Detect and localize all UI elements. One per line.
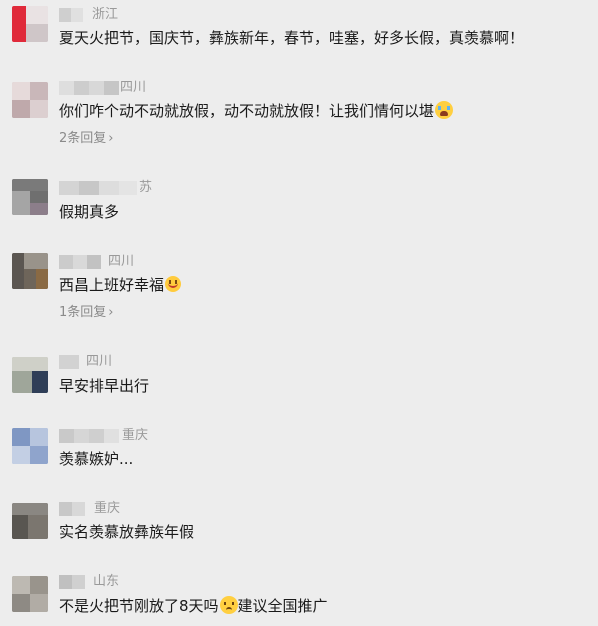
- nickname-blurred[interactable]: [59, 429, 119, 443]
- nickname-blurred[interactable]: [59, 502, 85, 516]
- location-label: 苏: [139, 180, 153, 195]
- comment-text: 假期真多: [59, 203, 120, 221]
- location-label: 四川: [86, 354, 113, 369]
- location-label: 重庆: [122, 428, 149, 443]
- nickname-blurred[interactable]: [59, 81, 119, 95]
- comment-text-content: 你们咋个动不动就放假，动不动就放假！让我们情何以堪: [59, 102, 435, 120]
- comment-text: 西昌上班好幸福: [59, 274, 182, 296]
- view-replies-link[interactable]: 1条回复 ›: [59, 304, 113, 322]
- comment-text: 不是火把节刚放了8天吗 建议全国推广: [59, 595, 328, 617]
- avatar[interactable]: [12, 253, 48, 289]
- crying-face-emoji-icon: [435, 101, 454, 119]
- reply-count-label: 2条回复: [59, 131, 107, 146]
- location-label: 四川: [120, 80, 147, 95]
- comment-text-content: 不是火把节刚放了8天吗: [59, 597, 219, 615]
- avatar[interactable]: [12, 503, 48, 539]
- view-replies-link[interactable]: 2条回复 ›: [59, 130, 113, 148]
- nickname-blurred[interactable]: [59, 575, 85, 589]
- avatar[interactable]: [12, 6, 48, 42]
- nickname-blurred[interactable]: [59, 255, 101, 269]
- location-label: 四川: [108, 254, 135, 269]
- smiling-face-emoji-icon: [165, 276, 182, 292]
- chevron-right-icon: ›: [108, 131, 114, 146]
- location-label: 浙江: [92, 7, 119, 22]
- comment-text: 你们咋个动不动就放假，动不动就放假！让我们情何以堪: [59, 100, 454, 122]
- location-label: 重庆: [94, 501, 121, 516]
- nickname-blurred[interactable]: [59, 8, 83, 22]
- location-label: 山东: [93, 574, 120, 589]
- avatar[interactable]: [12, 576, 48, 612]
- comment-text: 羡慕嫉妒...: [59, 450, 134, 468]
- nickname-blurred[interactable]: [59, 355, 79, 369]
- avatar[interactable]: [12, 357, 48, 393]
- comment-text: 实名羡慕放彝族年假: [59, 523, 195, 541]
- avatar[interactable]: [12, 82, 48, 118]
- sad-face-emoji-icon: [219, 596, 238, 614]
- nickname-blurred[interactable]: [59, 181, 137, 195]
- comment-text: 夏天火把节，国庆节，彝族新年，春节，哇塞，好多长假，真羡慕啊！: [59, 29, 525, 47]
- comment-text-content: 西昌上班好幸福: [59, 276, 165, 294]
- comment-text-content: 建议全国推广: [237, 597, 328, 615]
- avatar[interactable]: [12, 179, 48, 215]
- comment-text: 早安排早出行: [59, 377, 150, 395]
- avatar[interactable]: [12, 428, 48, 464]
- reply-count-label: 1条回复: [59, 305, 107, 320]
- chevron-right-icon: ›: [108, 305, 114, 320]
